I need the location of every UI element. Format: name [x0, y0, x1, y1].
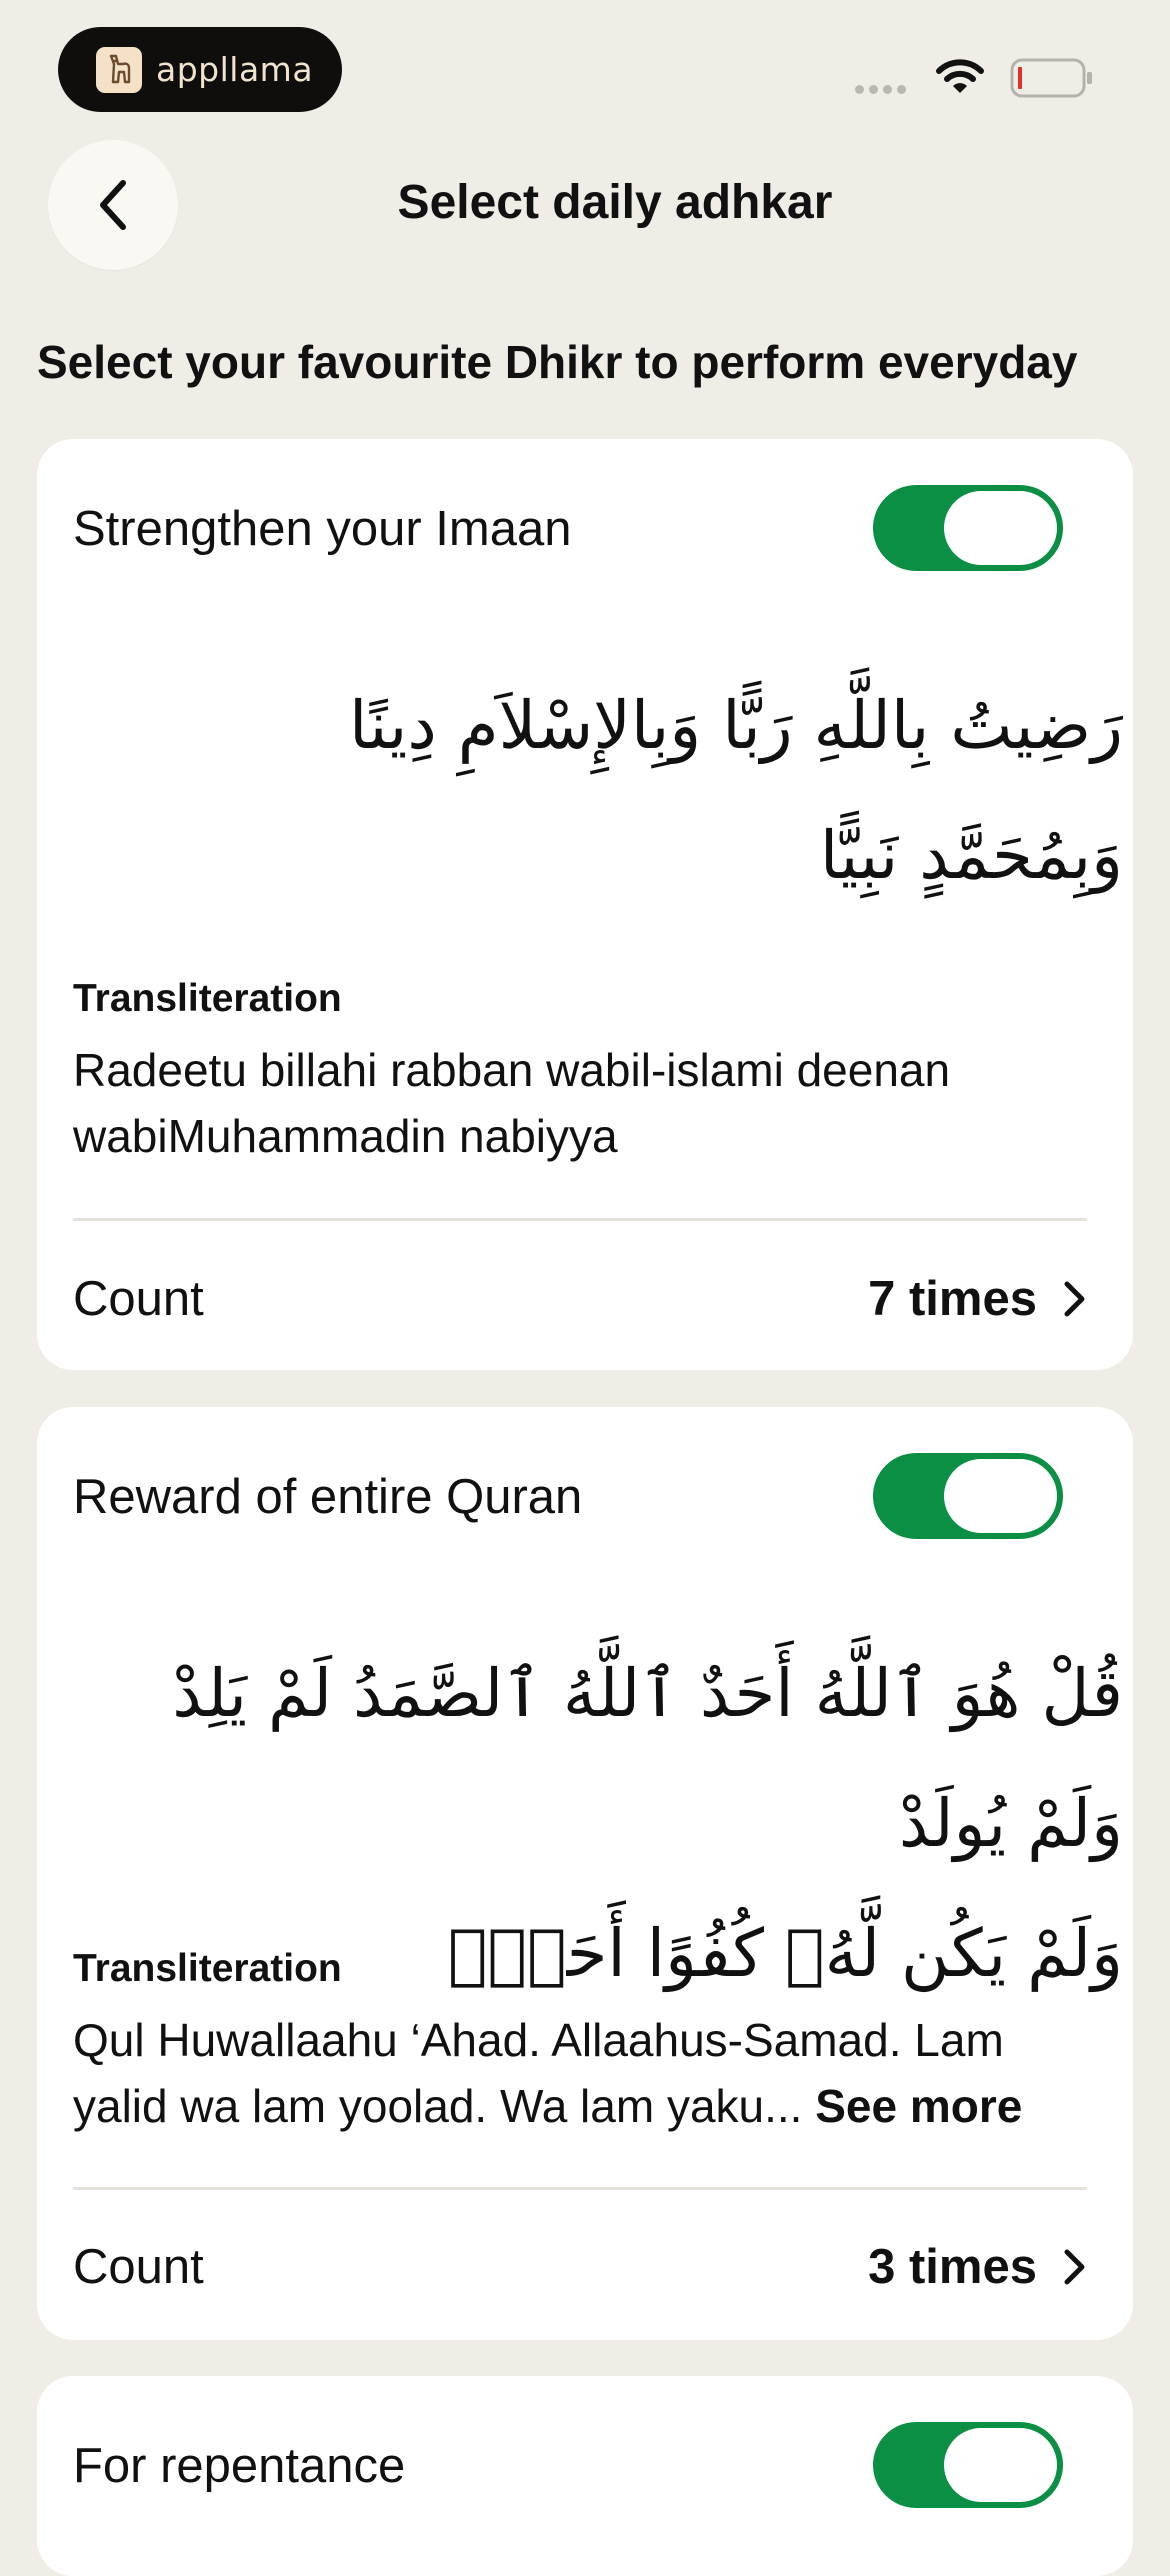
dhikr-title: Reward of entire Quran — [73, 1470, 583, 1524]
toggle-knob — [944, 1459, 1057, 1533]
transliteration-label: Transliteration — [73, 1947, 342, 1990]
toggle-knob — [944, 2428, 1057, 2502]
transliteration-body: Radeetu billahi rabban wabil-islami deen… — [73, 1044, 951, 1162]
arabic-text: رَضِيتُ بِاللَّهِ رَبًّا وَبِالإِسْلاَمِ… — [73, 661, 1123, 921]
count-selector[interactable]: 7 times — [868, 1271, 1087, 1327]
page-title: Select daily adhkar — [397, 176, 833, 229]
llama-logo-icon — [96, 46, 142, 93]
dhikr-toggle[interactable] — [873, 2422, 1063, 2508]
count-selector[interactable]: 3 times — [868, 2239, 1087, 2295]
battery-icon — [1010, 58, 1094, 103]
count-label: Count — [73, 2240, 204, 2294]
arabic-line: وَبِمُحَمَّدٍ نَبِيًّا — [819, 817, 1123, 894]
dhikr-card: Strengthen your Imaan رَضِيتُ بِاللَّهِ … — [37, 439, 1133, 1370]
transliteration-label: Transliteration — [73, 977, 342, 1020]
count-value: 3 times — [868, 2240, 1037, 2294]
divider — [73, 1218, 1087, 1221]
dhikr-toggle[interactable] — [873, 1453, 1063, 1539]
dhikr-card: For repentance — [37, 2376, 1133, 2576]
transliteration-text: Qul Huwallaahu ‘Ahad. Allaahus-Samad. La… — [73, 2007, 1103, 2139]
toggle-knob — [944, 491, 1057, 565]
dhikr-toggle[interactable] — [873, 485, 1063, 571]
divider — [73, 2187, 1087, 2190]
wifi-icon — [935, 57, 985, 102]
transliteration-text: Radeetu billahi rabban wabil-islami deen… — [73, 1037, 1103, 1169]
count-label: Count — [73, 1272, 204, 1326]
status-bar: appllama — [0, 0, 1170, 130]
brand-pill: appllama — [58, 27, 342, 112]
signal-dots-icon — [855, 85, 906, 94]
page-subtitle: Select your favourite Dhikr to perform e… — [37, 336, 1078, 388]
chevron-right-icon — [1064, 1281, 1085, 1317]
count-value: 7 times — [868, 1272, 1037, 1326]
arabic-line: رَضِيتُ بِاللَّهِ رَبًّا وَبِالإِسْلاَمِ… — [348, 687, 1123, 764]
chevron-right-icon — [1064, 2249, 1085, 2285]
dhikr-title: Strengthen your Imaan — [73, 502, 572, 556]
brand-name: appllama — [156, 50, 314, 89]
dhikr-title: For repentance — [73, 2439, 406, 2493]
dhikr-card: Reward of entire Quran قُلْ هُوَ ٱللَّهُ… — [37, 1407, 1133, 2340]
arabic-line: قُلْ هُوَ ٱللَّهُ أَحَدٌ ٱللَّهُ ٱلصَّمَ… — [172, 1655, 1123, 1862]
see-more-link[interactable]: See more — [815, 2080, 1022, 2132]
